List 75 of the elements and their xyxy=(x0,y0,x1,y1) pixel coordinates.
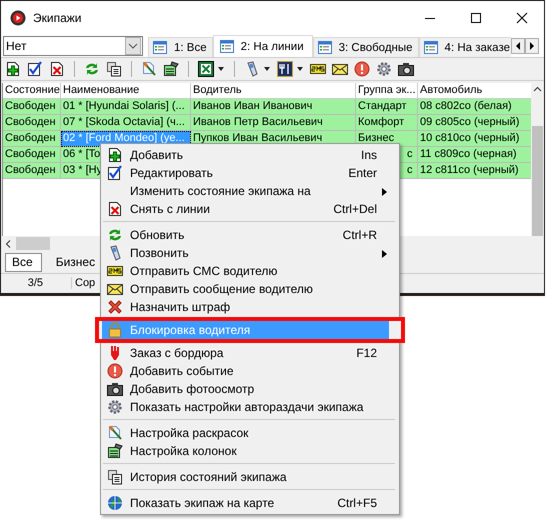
settings-icon[interactable] xyxy=(376,61,392,77)
table-icon xyxy=(107,443,123,459)
table-cell: 08 с802со (белая) xyxy=(418,99,531,115)
menu-item[interactable]: Показать настройки автораздачи экипажа xyxy=(101,398,399,416)
table-icon[interactable] xyxy=(163,61,179,77)
menu-item[interactable]: Добавить событие xyxy=(101,362,399,380)
tab[interactable]: 4: На заказе xyxy=(418,37,511,57)
camera-icon[interactable] xyxy=(398,61,414,77)
status-text: 3/5 xyxy=(1,277,72,289)
menu-item[interactable]: Изменить состояние экипажа на xyxy=(101,182,399,200)
table-cell: Иванов Петр Васильевич xyxy=(191,115,356,131)
list-window-icon xyxy=(318,41,332,54)
submenu-arrow-icon xyxy=(382,188,387,196)
menu-item[interactable]: Показать экипаж на карте Ctrl+F5 xyxy=(101,494,399,512)
scroll-left-icon[interactable] xyxy=(511,38,525,54)
scrollbar-thumb[interactable] xyxy=(532,126,543,236)
group-tab[interactable]: Все xyxy=(5,252,42,272)
menu-item[interactable]: Обновить Ctrl+R xyxy=(101,226,399,244)
alert-icon xyxy=(107,363,123,379)
menu-item[interactable]: Назначить штраф xyxy=(101,298,399,316)
status-text: Сор xyxy=(74,277,96,289)
window-title: Экипажи xyxy=(33,11,82,25)
menu-item[interactable]: Настройка колонок xyxy=(101,442,399,460)
table-cell: Стандарт xyxy=(356,99,418,115)
table-cell: Свободен xyxy=(3,147,61,163)
remove-icon[interactable] xyxy=(49,61,65,77)
table-cell: Иванов Иван Иванович xyxy=(191,99,356,115)
close-icon[interactable] xyxy=(516,12,528,24)
camera-icon xyxy=(107,381,123,397)
add-icon[interactable] xyxy=(5,61,21,77)
spreadsheet-icon[interactable] xyxy=(198,61,214,77)
refresh-icon[interactable] xyxy=(84,61,100,77)
table-cell: 12 с811со (черный) xyxy=(418,163,531,179)
group-tab[interactable]: Бизнес xyxy=(50,254,104,270)
table-cell: 10 с810со (черный) xyxy=(418,131,531,147)
table-cell: Свободен xyxy=(3,131,61,147)
menu-item[interactable]: Позвонить xyxy=(101,244,399,262)
copy-icon xyxy=(107,469,123,485)
menu-item[interactable]: Снять с линии Ctrl+Del xyxy=(101,200,399,218)
list-window-icon xyxy=(220,40,234,53)
list-window-icon xyxy=(153,41,167,54)
menu-item[interactable]: Добавить фотоосмотр xyxy=(101,380,399,398)
table-cell: 07 * [Skoda Octavia] (ч... xyxy=(61,115,191,131)
menu-item[interactable]: Настройка раскрасок xyxy=(101,424,399,442)
scroll-right-icon[interactable] xyxy=(525,38,539,54)
settings-icon xyxy=(107,399,123,415)
list-window-icon xyxy=(424,41,438,54)
table-cell: Комфорт xyxy=(356,115,418,131)
cross-icon xyxy=(107,299,123,315)
menu-item[interactable]: Отправить СМС водителю xyxy=(101,262,399,280)
scrollbar-thumb[interactable] xyxy=(16,237,50,250)
table-cell: Свободен xyxy=(3,115,61,131)
remove-icon xyxy=(107,201,123,217)
menu-item[interactable]: Отправить сообщение водителю xyxy=(101,280,399,298)
table-cell: Свободен xyxy=(3,99,61,115)
maximize-icon[interactable] xyxy=(470,12,482,24)
table-cell: 09 с805со (черный) xyxy=(418,115,531,131)
submenu-arrow-icon xyxy=(382,250,387,258)
alert-icon[interactable] xyxy=(354,61,370,77)
tab[interactable]: 3: Свободные xyxy=(312,37,419,57)
tab[interactable]: 1: Все xyxy=(148,37,213,57)
cutlery-icon[interactable] xyxy=(277,61,293,77)
filter-dropdown[interactable]: Нет xyxy=(3,36,143,56)
tab[interactable]: 2: На линии xyxy=(212,35,313,57)
vertical-scrollbar[interactable] xyxy=(531,83,544,236)
globe-icon xyxy=(107,495,123,511)
table-cell: Свободен xyxy=(3,163,61,179)
menu-item[interactable]: История состояний экипажа xyxy=(101,468,399,486)
menu-item[interactable]: Заказ с бордюра F12 xyxy=(101,344,399,362)
add-icon xyxy=(107,147,123,163)
refresh-icon xyxy=(107,227,123,243)
table-cell: 01 * [Hyundai Solaris] (... xyxy=(61,99,191,115)
app-icon xyxy=(10,10,26,26)
copy-icon[interactable] xyxy=(106,61,122,77)
table-cell: 11 с809со (черная) xyxy=(418,147,531,163)
